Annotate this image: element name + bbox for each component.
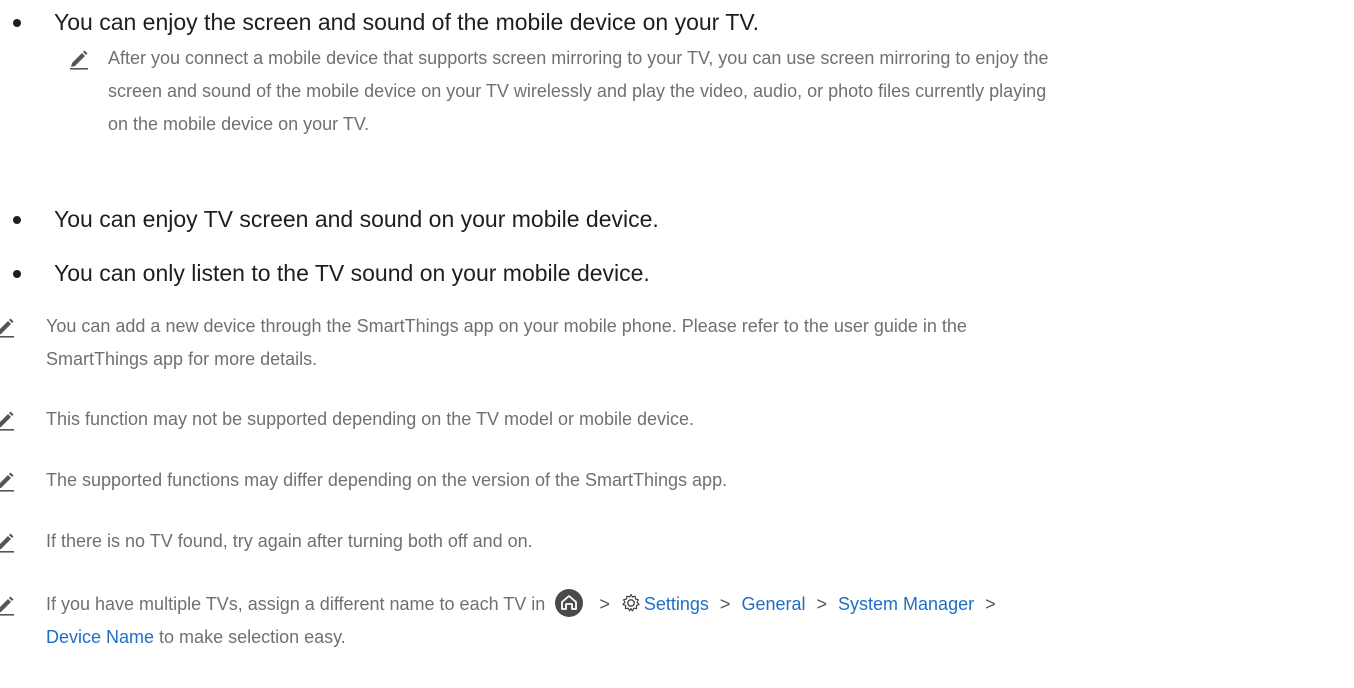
sub-note-line: After you connect a mobile device that s… [108,48,1049,68]
home-icon [555,589,584,618]
sub-note-line: on the mobile device on your TV. [108,114,370,134]
note-text: If you have multiple TVs, assign a diffe… [46,588,1002,654]
gear-icon [622,594,640,612]
note-text: The supported functions may differ depen… [46,470,728,490]
note-item-2: This function may not be supported depen… [0,403,1354,437]
note-line-prefix: If you have multiple TVs, assign a diffe… [46,594,546,614]
note-line: If you have multiple TVs, assign a diffe… [46,588,1002,621]
note-line: SmartThings app for more details. [46,349,318,369]
pencil-icon [70,50,88,70]
note-item-3: The supported functions may differ depen… [0,464,1354,498]
bullet-dot [13,19,21,27]
device-name-link[interactable]: Device Name [46,627,154,647]
note-item-5: If you have multiple TVs, assign a diffe… [0,588,1354,658]
note-text: You can add a new device through the Sma… [46,310,967,376]
pencil-icon [0,533,14,553]
note-text: This function may not be supported depen… [46,409,695,429]
bullet-dot [13,270,21,278]
bullet-text: You can only listen to the TV sound on y… [54,260,650,286]
chevron-right-icon: > [985,594,996,614]
system-manager-link[interactable]: System Manager [838,594,974,614]
general-link[interactable]: General [741,594,805,614]
note-line-suffix: to make selection easy. [154,627,346,647]
chevron-right-icon: > [816,594,828,614]
settings-link[interactable]: Settings [644,594,709,614]
pencil-icon [0,596,14,616]
note-text: If there is no TV found, try again after… [46,531,533,551]
pencil-icon [0,472,14,492]
note-item-1: You can add a new device through the Sma… [0,310,1354,380]
sub-note-line: screen and sound of the mobile device on… [108,81,1047,101]
pencil-icon [0,411,14,431]
sub-note-text: After you connect a mobile device that s… [108,42,1348,141]
bullet-text: You can enjoy TV screen and sound on you… [54,206,659,232]
chevron-right-icon: > [599,594,610,614]
bullet-dot [13,216,21,224]
note-item-4: If there is no TV found, try again after… [0,525,1354,559]
chevron-right-icon: > [719,594,731,614]
note-line: Device Name to make selection easy. [46,621,1002,654]
bullet-text: You can enjoy the screen and sound of th… [54,9,759,35]
note-line: You can add a new device through the Sma… [46,316,967,336]
sub-note: After you connect a mobile device that s… [68,42,1348,182]
pencil-icon [0,318,14,338]
